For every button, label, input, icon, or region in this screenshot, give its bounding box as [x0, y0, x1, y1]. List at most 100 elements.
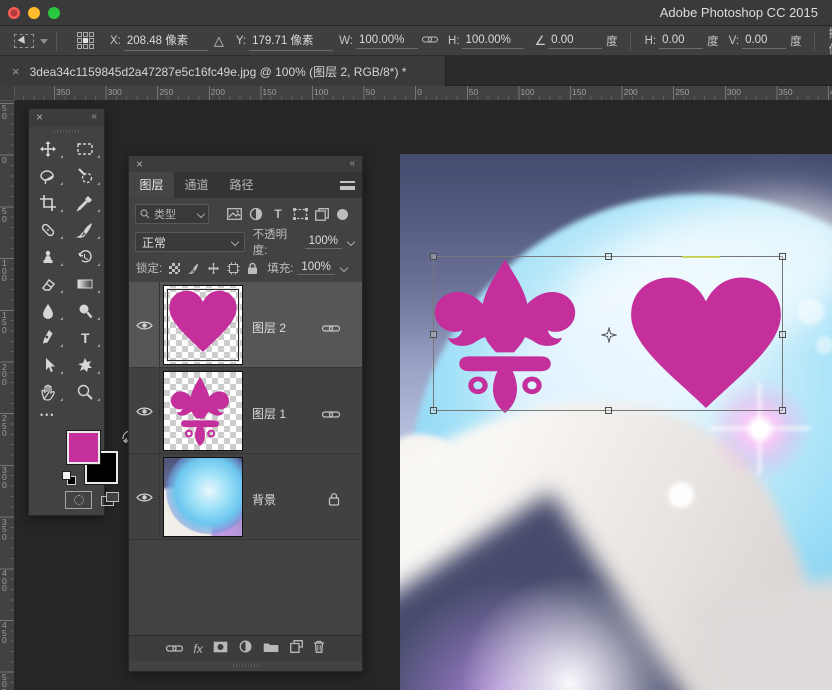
- layer-link-icon[interactable]: [321, 406, 341, 424]
- panel-grip[interactable]: [53, 130, 80, 133]
- minimize-window-button[interactable]: [28, 7, 40, 19]
- layer-name[interactable]: 图层 2: [252, 319, 286, 336]
- lock-position-icon[interactable]: [207, 262, 220, 275]
- zoom-tool[interactable]: [67, 378, 105, 405]
- layer-thumbnail-photo[interactable]: [163, 457, 243, 537]
- close-window-button[interactable]: [8, 7, 20, 19]
- layer-visibility-toggle[interactable]: [129, 282, 160, 368]
- vertical-ruler[interactable]: 50050100150200250300350400450500: [0, 101, 15, 690]
- y-position-field[interactable]: 179.71 像素: [249, 31, 334, 51]
- crop-tool[interactable]: [29, 189, 67, 216]
- new-group-button[interactable]: [263, 640, 279, 658]
- collapse-panel-icon[interactable]: «: [349, 158, 356, 169]
- layer-style-button[interactable]: fx: [193, 642, 202, 656]
- tab-layers[interactable]: 图层: [129, 172, 174, 198]
- lasso-tool[interactable]: [29, 162, 67, 189]
- transform-handle-bottom-right[interactable]: [779, 407, 786, 414]
- relative-position-button[interactable]: △: [214, 33, 224, 49]
- panel-resize-grip[interactable]: [129, 661, 362, 671]
- history-brush-tool[interactable]: [67, 243, 105, 270]
- chevron-down-icon[interactable]: [339, 263, 349, 273]
- new-adjustment-layer-button[interactable]: [239, 640, 252, 658]
- reference-point-locator[interactable]: [77, 32, 94, 49]
- layer-visibility-toggle[interactable]: [129, 454, 160, 540]
- tools-panel-header[interactable]: × «: [29, 109, 104, 127]
- lock-artboard-icon[interactable]: [227, 262, 240, 275]
- delete-layer-button[interactable]: [313, 640, 325, 658]
- transform-handle-top-left[interactable]: [430, 253, 437, 260]
- tool-preset-caret-icon[interactable]: [40, 38, 48, 48]
- document-tab[interactable]: × 3dea34c1159845d2a47287e5c16fc49e.jpg @…: [0, 56, 446, 86]
- custom-shape-tool[interactable]: [67, 351, 105, 378]
- screen-mode-button[interactable]: [99, 491, 125, 509]
- close-document-icon[interactable]: ×: [12, 64, 20, 79]
- ruler-corner[interactable]: [0, 86, 15, 101]
- transform-handle-top-middle[interactable]: [605, 253, 612, 260]
- transform-handle-middle-right[interactable]: [779, 331, 786, 338]
- lock-transparency-icon[interactable]: [169, 262, 181, 274]
- new-layer-button[interactable]: [289, 639, 303, 658]
- horizontal-ruler[interactable]: 350 300 250 200 150 100 50 0 50 100 150 200 250 300 35…: [15, 86, 832, 101]
- filter-shape-layers-icon[interactable]: [289, 205, 311, 223]
- panel-menu-icon[interactable]: [340, 181, 355, 190]
- brush-tool[interactable]: [67, 216, 105, 243]
- transform-tool-icon[interactable]: [14, 33, 34, 48]
- filter-smart-objects-icon[interactable]: [311, 205, 333, 223]
- gradient-tool[interactable]: [67, 270, 105, 297]
- layer-visibility-toggle[interactable]: [129, 368, 160, 454]
- foreground-color-swatch[interactable]: [66, 430, 101, 465]
- edit-toolbar-button[interactable]: •••: [29, 405, 104, 425]
- blend-mode-dropdown[interactable]: 正常: [135, 232, 245, 252]
- layer-link-icon[interactable]: [321, 320, 341, 338]
- filter-pixel-layers-icon[interactable]: [223, 205, 245, 223]
- close-panel-icon[interactable]: ×: [136, 157, 143, 171]
- height-scale-field[interactable]: 100.00%: [462, 33, 525, 49]
- path-selection-tool[interactable]: [29, 351, 67, 378]
- transform-handle-bottom-left[interactable]: [430, 407, 437, 414]
- filter-type-dropdown[interactable]: 类型: [135, 204, 209, 224]
- width-scale-field[interactable]: 100.00%: [355, 33, 418, 49]
- collapse-panel-icon[interactable]: «: [91, 111, 98, 122]
- x-position-field[interactable]: 208.48 像素: [123, 31, 208, 51]
- spot-healing-brush-tool[interactable]: [29, 216, 67, 243]
- hand-tool[interactable]: [29, 378, 67, 405]
- rectangular-marquee-tool[interactable]: [67, 135, 105, 162]
- tab-channels[interactable]: 通道: [174, 172, 219, 198]
- h-skew-field[interactable]: 0.00: [659, 33, 704, 49]
- layer-row-layer1[interactable]: 图层 1: [129, 368, 362, 454]
- transform-handle-top-right[interactable]: [779, 253, 786, 260]
- close-panel-icon[interactable]: ×: [36, 110, 43, 124]
- move-tool[interactable]: [29, 135, 67, 162]
- opacity-value[interactable]: 100%: [304, 235, 342, 249]
- layer-name[interactable]: 图层 1: [252, 405, 286, 422]
- transform-reference-point[interactable]: [600, 326, 618, 348]
- zoom-window-button[interactable]: [48, 7, 60, 19]
- v-skew-field[interactable]: 0.00: [742, 33, 787, 49]
- type-tool[interactable]: T: [67, 324, 105, 351]
- filter-pin-icon[interactable]: [337, 208, 348, 220]
- transform-bounding-box[interactable]: [430, 253, 786, 414]
- clone-stamp-tool[interactable]: [29, 243, 67, 270]
- filter-type-layers-icon[interactable]: T: [267, 205, 289, 223]
- layer-row-layer2[interactable]: 图层 2: [129, 282, 362, 368]
- eraser-tool[interactable]: [29, 270, 67, 297]
- quick-selection-tool[interactable]: [67, 162, 105, 189]
- lock-all-icon[interactable]: [247, 262, 258, 275]
- tab-paths[interactable]: 路径: [219, 172, 264, 198]
- layer-name[interactable]: 背景: [252, 491, 276, 508]
- link-dimensions-icon[interactable]: [421, 35, 438, 47]
- pen-tool[interactable]: [29, 324, 67, 351]
- quick-mask-button[interactable]: [65, 491, 92, 509]
- eyedropper-tool[interactable]: [67, 189, 105, 216]
- chevron-down-icon[interactable]: [346, 237, 356, 247]
- filter-adjustment-layers-icon[interactable]: [245, 205, 267, 223]
- document-canvas[interactable]: [400, 154, 832, 690]
- transform-handle-bottom-middle[interactable]: [605, 407, 612, 414]
- layer-thumbnail-heart[interactable]: [163, 285, 243, 365]
- lock-pixels-icon[interactable]: [187, 262, 200, 275]
- link-layers-button[interactable]: [165, 640, 183, 658]
- rotation-field[interactable]: 0.00: [548, 33, 603, 49]
- default-colors-icon[interactable]: [62, 471, 76, 485]
- layer-row-background[interactable]: 背景: [129, 454, 362, 540]
- add-layer-mask-button[interactable]: [213, 640, 228, 658]
